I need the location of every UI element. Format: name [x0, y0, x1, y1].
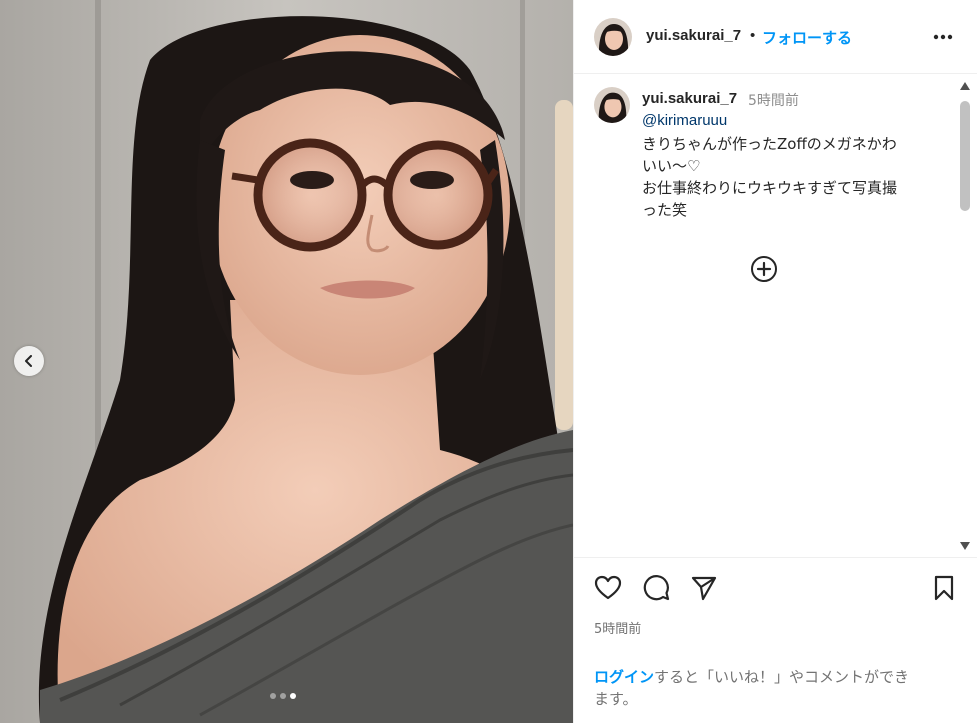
login-prompt-text: すると「いいね！」やコメントができ	[654, 668, 910, 686]
paper-plane-icon	[691, 576, 717, 601]
more-options-button[interactable]	[930, 24, 956, 50]
avatar-image	[594, 18, 632, 56]
carousel-dot	[270, 693, 276, 699]
caption-avatar[interactable]	[594, 87, 630, 123]
share-button[interactable]	[690, 574, 718, 602]
save-button[interactable]	[930, 574, 958, 602]
scroll-up-arrow-icon[interactable]	[959, 81, 971, 91]
heart-icon	[594, 575, 622, 600]
scroll-down-arrow-icon[interactable]	[959, 541, 971, 551]
caption-mention-link[interactable]: @kirimaruuu	[642, 112, 727, 129]
scrollbar-thumb[interactable]	[960, 101, 970, 211]
caption-time: 5時間前	[748, 93, 799, 109]
separator-dot: •	[750, 27, 756, 44]
load-more-comments-button[interactable]	[750, 255, 778, 283]
caption-line: お仕事終わりにウキウキすぎて写真撮	[642, 179, 898, 197]
caption-username[interactable]: yui.sakurai_7	[642, 90, 737, 107]
plus-circle-icon	[751, 256, 777, 282]
carousel-prev-button[interactable]	[14, 346, 44, 376]
comments-section: yui.sakurai_7 5時間前 @kirimaruuu きりちゃんが作った…	[574, 75, 977, 557]
post-panel: yui.sakurai_7 • フォローする yui.sakurai_7 5時間…	[573, 0, 977, 723]
caption-line: きりちゃんが作ったZoffのメガネかわ	[642, 135, 897, 153]
caption-text: きりちゃんが作ったZoffのメガネかわ いい〜♡ お仕事終わりにウキウキすぎて写…	[642, 133, 938, 221]
post-header: yui.sakurai_7 • フォローする	[574, 0, 977, 74]
follow-button[interactable]: フォローする	[762, 27, 852, 48]
like-button[interactable]	[594, 574, 622, 602]
chevron-left-icon	[25, 355, 32, 367]
login-prompt-text-end: ます。	[594, 690, 638, 708]
caption-line: いい〜♡	[642, 157, 701, 175]
carousel-indicator	[270, 693, 296, 699]
carousel-dot-active	[290, 693, 296, 699]
login-link[interactable]: ログイン	[594, 668, 654, 686]
avatar-image	[594, 87, 630, 123]
post-media	[0, 0, 573, 723]
comment-icon	[643, 575, 670, 601]
comment-button[interactable]	[642, 574, 670, 602]
post-actions: 5時間前 ログインすると「いいね！」やコメントができ ます。	[574, 557, 977, 717]
bookmark-icon	[934, 575, 954, 601]
comments-scrollbar[interactable]	[956, 79, 974, 553]
post-timestamp: 5時間前	[594, 622, 642, 637]
post-photo	[0, 0, 573, 723]
avatar[interactable]	[594, 18, 632, 56]
caption-line: った笑	[642, 201, 688, 219]
login-prompt: ログインすると「いいね！」やコメントができ ます。	[594, 666, 964, 710]
post-username[interactable]: yui.sakurai_7	[646, 27, 741, 44]
more-horizontal-icon	[933, 34, 953, 40]
carousel-dot	[280, 693, 286, 699]
